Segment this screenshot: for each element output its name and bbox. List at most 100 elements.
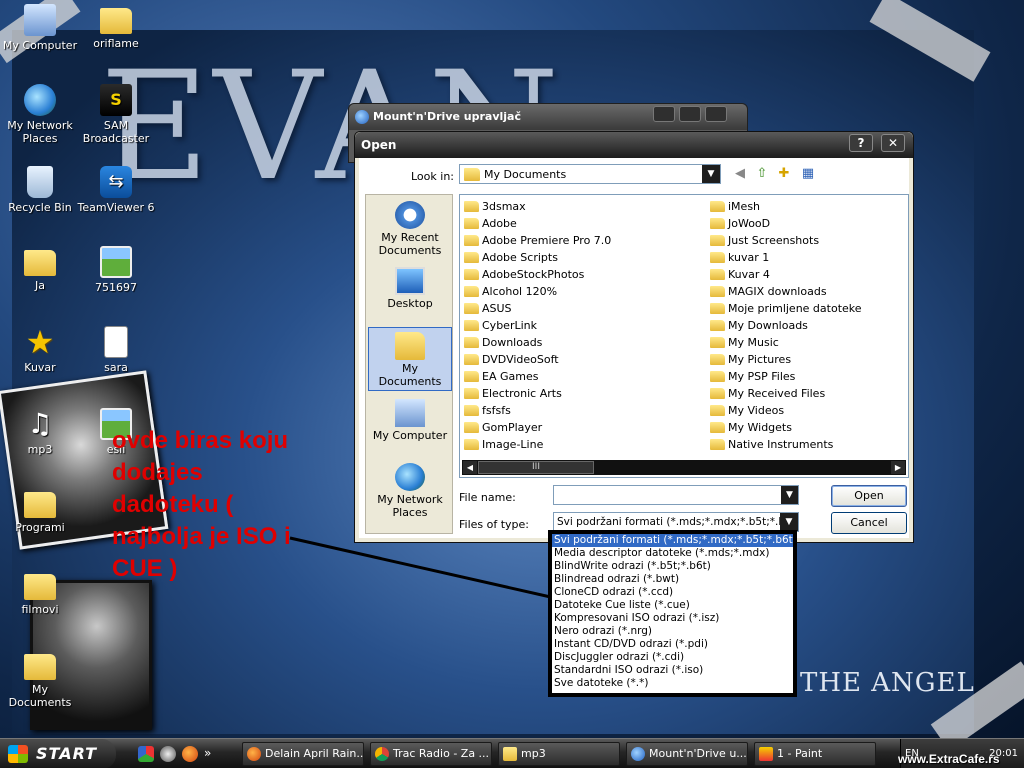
- up-folder-icon[interactable]: ⇧: [753, 166, 771, 182]
- place-my-computer[interactable]: My Computer: [368, 395, 452, 459]
- file-list-item[interactable]: My PSP Files: [708, 368, 908, 385]
- desktop-icon-ja[interactable]: Ja: [0, 246, 80, 292]
- view-menu-icon[interactable]: ▦: [799, 166, 817, 182]
- scroll-right-icon[interactable]: ▶: [891, 461, 905, 474]
- desktop-icon-teamviewer[interactable]: ⇆ TeamViewer 6: [76, 166, 156, 214]
- desktop-icon-recycle-bin[interactable]: Recycle Bin: [0, 166, 80, 214]
- file-list-item[interactable]: My Widgets: [708, 419, 908, 436]
- desktop-icon-my-network-places[interactable]: My Network Places: [0, 84, 80, 145]
- file-list-item[interactable]: Downloads: [462, 334, 702, 351]
- desktop-icon-filmovi[interactable]: filmovi: [0, 570, 80, 616]
- taskbar-item[interactable]: Trac Radio - Za ...: [370, 742, 492, 766]
- desktop-icon-sam-broadcaster[interactable]: S SAM Broadcaster: [76, 84, 156, 145]
- file-list-item[interactable]: kuvar 1: [708, 249, 908, 266]
- desktop-icon-sara[interactable]: sara: [76, 326, 156, 374]
- close-button[interactable]: [705, 106, 727, 122]
- quicklaunch-picasa-icon[interactable]: [138, 746, 154, 762]
- taskbar-item[interactable]: mp3: [498, 742, 620, 766]
- cancel-button[interactable]: Cancel: [831, 512, 907, 534]
- files-of-type-select[interactable]: Svi podržani formati (*.mds;*.mdx;*.b5t;…: [553, 512, 799, 532]
- desktop-icon-my-documents[interactable]: My Documents: [0, 650, 80, 709]
- file-list-item[interactable]: ASUS: [462, 300, 702, 317]
- file-list-item[interactable]: EA Games: [462, 368, 702, 385]
- open-button[interactable]: Open: [831, 485, 907, 507]
- file-type-option[interactable]: Kompresovani ISO odrazi (*.isz): [552, 612, 793, 625]
- chevron-down-icon[interactable]: ▼: [780, 513, 798, 531]
- file-type-option[interactable]: Nero odrazi (*.nrg): [552, 625, 793, 638]
- place-my-recent-documents[interactable]: My Recent Documents: [368, 197, 452, 261]
- file-type-option[interactable]: Datoteke Cue liste (*.cue): [552, 599, 793, 612]
- file-list-item[interactable]: DVDVideoSoft: [462, 351, 702, 368]
- place-label: My Network Places: [377, 493, 443, 519]
- chevron-down-icon[interactable]: ▼: [781, 486, 798, 504]
- file-list-item[interactable]: fsfsfs: [462, 402, 702, 419]
- file-list-item[interactable]: GomPlayer: [462, 419, 702, 436]
- desktop-icon-label: sara: [104, 361, 128, 374]
- mountndrive-titlebar[interactable]: Mount'n'Drive upravljač: [349, 104, 747, 130]
- desktop-icon-751697[interactable]: 751697: [76, 246, 156, 294]
- file-list-item[interactable]: Image-Line: [462, 436, 702, 453]
- file-list-item[interactable]: 3dsmax: [462, 198, 702, 215]
- file-list-item[interactable]: Just Screenshots: [708, 232, 908, 249]
- file-list-item[interactable]: My Received Files: [708, 385, 908, 402]
- close-button[interactable]: ✕: [881, 134, 905, 152]
- taskbar-item[interactable]: Delain April Rain...: [242, 742, 364, 766]
- scroll-thumb[interactable]: III: [478, 461, 594, 474]
- file-type-option[interactable]: Blindread odrazi (*.bwt): [552, 573, 793, 586]
- file-type-option[interactable]: Svi podržani formati (*.mds;*.mdx;*.b5t;…: [552, 534, 793, 547]
- desktop-icon-kuvar[interactable]: ★ Kuvar: [0, 326, 80, 374]
- desktop-icon-my-computer[interactable]: My Computer: [0, 4, 80, 52]
- back-arrow-icon[interactable]: ◀: [731, 166, 749, 182]
- place-desktop[interactable]: Desktop: [368, 263, 452, 327]
- taskbar-item[interactable]: 1 - Paint: [754, 742, 876, 766]
- file-type-option[interactable]: Instant CD/DVD odrazi (*.pdi): [552, 638, 793, 651]
- file-list-item[interactable]: My Pictures: [708, 351, 908, 368]
- file-type-option[interactable]: DiscJuggler odrazi (*.cdi): [552, 651, 793, 664]
- quicklaunch-firefox-icon[interactable]: [182, 746, 198, 762]
- desktop-icon-programi[interactable]: Programi: [0, 488, 80, 534]
- file-list-item[interactable]: Moje primljene datoteke: [708, 300, 908, 317]
- file-list-item[interactable]: iMesh: [708, 198, 908, 215]
- place-my-network-places[interactable]: My Network Places: [368, 459, 452, 529]
- taskbar-item[interactable]: Mount'n'Drive u...: [626, 742, 748, 766]
- desktop-icon-oriflame[interactable]: oriflame: [76, 4, 156, 50]
- file-list-item[interactable]: MAGIX downloads: [708, 283, 908, 300]
- file-list-item[interactable]: AdobeStockPhotos: [462, 266, 702, 283]
- quicklaunch-expand-icon[interactable]: »: [204, 746, 220, 762]
- quicklaunch-media-icon[interactable]: [160, 746, 176, 762]
- file-list-item[interactable]: JoWooD: [708, 215, 908, 232]
- file-list-item[interactable]: Adobe: [462, 215, 702, 232]
- start-button[interactable]: START: [0, 739, 116, 768]
- file-type-option[interactable]: Sve datoteke (*.*): [552, 677, 793, 690]
- help-button[interactable]: ?: [849, 134, 873, 152]
- file-type-option[interactable]: Media descriptor datoteke (*.mds;*.mdx): [552, 547, 793, 560]
- file-list-item[interactable]: CyberLink: [462, 317, 702, 334]
- file-list-item[interactable]: My Videos: [708, 402, 908, 419]
- file-list-item[interactable]: My Music: [708, 334, 908, 351]
- file-column: iMesh JoWooD Just Screenshots kuvar 1 Kuvar …: [708, 198, 908, 453]
- desktop-icon-mp3[interactable]: ♫ mp3: [0, 408, 80, 457]
- file-list-item[interactable]: Electronic Arts: [462, 385, 702, 402]
- horizontal-scrollbar[interactable]: ◀ III ▶: [462, 460, 906, 475]
- look-in-select[interactable]: My Documents ▼: [459, 164, 721, 184]
- file-list-item[interactable]: Alcohol 120%: [462, 283, 702, 300]
- file-list-item-label: Alcohol 120%: [482, 285, 558, 298]
- file-list-item[interactable]: Kuvar 4: [708, 266, 908, 283]
- file-list-item[interactable]: Native Instruments: [708, 436, 908, 453]
- file-list[interactable]: 3dsmax Adobe Adobe Premiere Pro 7.0 Adobe S…: [459, 194, 909, 478]
- dialog-titlebar[interactable]: Open ? ✕: [355, 132, 913, 158]
- scroll-left-icon[interactable]: ◀: [463, 461, 477, 474]
- file-type-option[interactable]: Standardni ISO odrazi (*.iso): [552, 664, 793, 677]
- file-list-item-label: My Received Files: [728, 387, 826, 400]
- file-type-option[interactable]: BlindWrite odrazi (*.b5t;*.b6t): [552, 560, 793, 573]
- file-list-item[interactable]: Adobe Premiere Pro 7.0: [462, 232, 702, 249]
- chevron-down-icon[interactable]: ▼: [702, 165, 720, 183]
- new-folder-icon[interactable]: ✚: [775, 166, 793, 182]
- place-my-documents[interactable]: My Documents: [368, 327, 452, 391]
- file-type-option[interactable]: CloneCD odrazi (*.ccd): [552, 586, 793, 599]
- file-name-input[interactable]: [553, 485, 799, 505]
- file-list-item[interactable]: Adobe Scripts: [462, 249, 702, 266]
- maximize-button[interactable]: [679, 106, 701, 122]
- file-list-item[interactable]: My Downloads: [708, 317, 908, 334]
- minimize-button[interactable]: [653, 106, 675, 122]
